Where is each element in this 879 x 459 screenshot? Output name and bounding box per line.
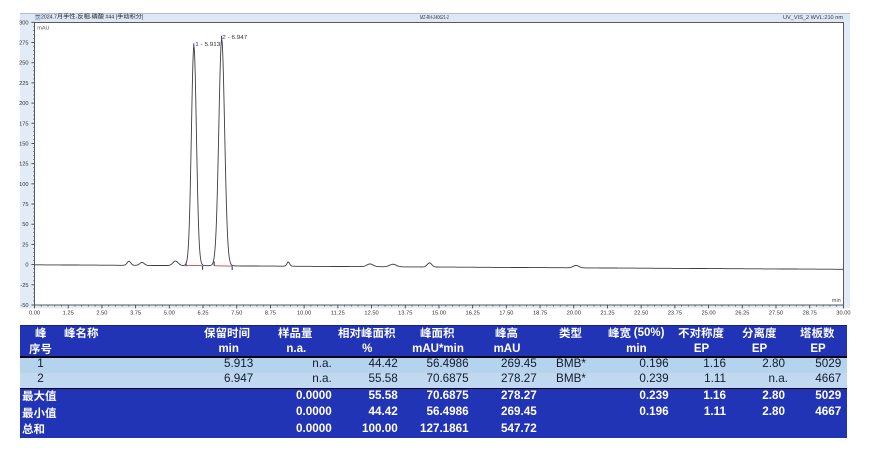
svg-text:300: 300 <box>19 20 29 26</box>
svg-text:75: 75 <box>22 202 28 208</box>
svg-text:275: 275 <box>19 40 29 46</box>
svg-text:3.75: 3.75 <box>130 311 141 317</box>
svg-text:18.75: 18.75 <box>533 311 547 317</box>
svg-text:26.25: 26.25 <box>735 311 749 317</box>
svg-text:]: ] <box>142 15 144 21</box>
svg-text:-50: -50 <box>20 303 28 309</box>
svg-text:UV_VIS_2 WVL:210 nm: UV_VIS_2 WVL:210 nm <box>783 15 843 21</box>
svg-text:200: 200 <box>19 101 29 107</box>
svg-text:150: 150 <box>19 141 29 147</box>
svg-text:175: 175 <box>19 121 29 127</box>
svg-text:30.00: 30.00 <box>836 311 850 317</box>
svg-text:mAU: mAU <box>37 26 49 32</box>
svg-text:6.25: 6.25 <box>197 311 208 317</box>
svg-text:100: 100 <box>19 182 29 188</box>
svg-text:22.50: 22.50 <box>634 311 648 317</box>
svg-text:MZ-RH-240621-2: MZ-RH-240621-2 <box>420 15 449 21</box>
svg-text:-: - <box>90 15 92 21</box>
svg-text:20.00: 20.00 <box>567 311 581 317</box>
svg-text:11.25: 11.25 <box>331 311 345 317</box>
svg-text:12.50: 12.50 <box>364 311 378 317</box>
svg-text:25: 25 <box>22 242 28 248</box>
svg-text:2024.7: 2024.7 <box>41 15 57 21</box>
svg-text:125: 125 <box>19 162 29 168</box>
svg-text:1 - 5.913: 1 - 5.913 <box>195 41 221 48</box>
svg-text:23.75: 23.75 <box>668 311 682 317</box>
svg-text:13.75: 13.75 <box>398 311 412 317</box>
svg-text:min: min <box>832 297 841 304</box>
svg-text:-: - <box>76 15 78 21</box>
svg-text:2.50: 2.50 <box>96 311 107 317</box>
svg-text:250: 250 <box>19 61 29 67</box>
svg-text:1.25: 1.25 <box>63 311 74 317</box>
svg-text:25.00: 25.00 <box>701 311 715 317</box>
svg-text:0: 0 <box>25 263 28 269</box>
svg-text:50: 50 <box>22 222 28 228</box>
svg-text:15.00: 15.00 <box>432 311 446 317</box>
svg-text:21.25: 21.25 <box>600 311 614 317</box>
svg-text:8.75: 8.75 <box>265 311 276 317</box>
svg-text:7.50: 7.50 <box>231 311 242 317</box>
svg-text:27.50: 27.50 <box>769 311 783 317</box>
svg-text:-25: -25 <box>20 283 28 289</box>
svg-text:28.75: 28.75 <box>803 311 817 317</box>
svg-text:225: 225 <box>19 81 29 87</box>
svg-text:2 - 6.947: 2 - 6.947 <box>222 34 247 41</box>
svg-text:5.00: 5.00 <box>164 311 175 317</box>
svg-text:0.00: 0.00 <box>29 311 40 317</box>
svg-text:16.25: 16.25 <box>466 311 480 317</box>
svg-text:#44 [: #44 [ <box>104 15 118 21</box>
svg-text:10.00: 10.00 <box>297 311 311 317</box>
svg-text:17.50: 17.50 <box>499 311 513 317</box>
